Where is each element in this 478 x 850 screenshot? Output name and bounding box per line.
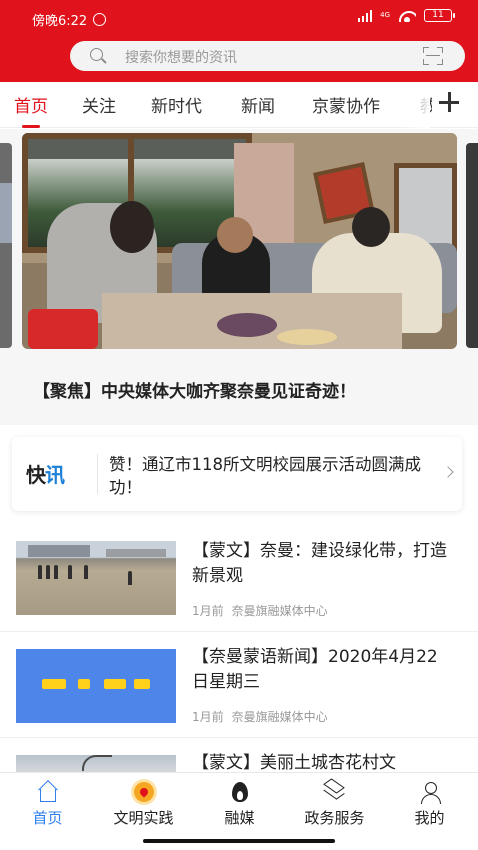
search-placeholder: 搜索你想要的资讯 [125,50,237,66]
network-type-label: 4G [380,11,390,19]
flash-logo-char-b: 讯 [45,463,65,487]
news-item[interactable]: 【奈曼蒙语新闻】2020年4月22日星期三 1月前 奈曼旗融媒体中心 [0,632,478,738]
add-channel-icon[interactable] [438,91,460,113]
nav-civilization-label: 文明实践 [113,809,174,827]
nav-government-label: 政务服务 [304,809,365,827]
tabs-fade [400,82,430,128]
news-title: 【蒙文】美丽土城杏花村文 [192,753,396,772]
banner-carousel: 【聚焦】中央媒体大咖齐聚奈曼见证奇迹！ [0,129,478,425]
news-thumbnail [16,649,176,723]
nav-media-label: 融媒 [224,809,255,827]
status-icons: 4G 11 [357,9,455,22]
search-icon [90,48,103,61]
tab-beijing-mongolia[interactable]: 京蒙协作 [312,92,380,117]
civilization-icon [134,782,154,802]
search-bar[interactable]: 搜索你想要的资讯 [70,41,465,71]
battery-icon: 11 [424,9,455,22]
tab-follow[interactable]: 关注 [82,92,116,117]
news-title: 【奈曼蒙语新闻】2020年4月22日星期三 [192,647,438,692]
user-icon [420,782,441,804]
scan-icon[interactable] [423,47,443,65]
news-time: 1月前 [192,604,224,618]
media-fire-icon [232,782,248,802]
news-item[interactable]: 【蒙文】美丽土城杏花村文 [0,738,478,772]
nav-mine[interactable]: 我的 [382,773,477,833]
status-time-group: 傍晚6:22 [32,10,107,29]
channel-tabs: 首页 关注 新时代 新闻 京蒙协作 教 [0,82,478,128]
home-icon [40,789,56,802]
flash-logo-char-a: 快 [26,463,46,487]
nav-home[interactable]: 首页 [0,773,95,833]
nav-home-label: 首页 [32,809,63,827]
news-thumbnail [16,541,176,615]
signal-icon [357,9,373,22]
layers-icon [323,778,346,800]
tab-new-era[interactable]: 新时代 [151,92,202,117]
status-bar: 傍晚6:22 4G 11 [0,0,478,36]
carousel-prev-slide[interactable] [0,143,12,348]
flash-divider [97,454,98,494]
banner-photo[interactable] [22,133,457,349]
news-time: 1月前 [192,710,224,724]
alarm-icon [93,13,107,26]
nav-civilization-practice[interactable]: 文明实践 [96,773,191,833]
news-meta: 1月前 奈曼旗融媒体中心 [192,602,328,619]
flash-news-card[interactable]: 快讯 赞！通辽市118所文明校园展示活动圆满成功！ [12,437,462,511]
flash-news-logo: 快讯 [26,459,65,488]
nav-mine-label: 我的 [414,809,445,827]
nav-media[interactable]: 融媒 [192,773,287,833]
news-title: 【蒙文】奈曼：建设绿化带，打造新景观 [192,541,447,586]
carousel-next-slide[interactable] [466,143,478,348]
tab-news[interactable]: 新闻 [241,92,275,117]
news-meta: 1月前 奈曼旗融媒体中心 [192,708,328,725]
banner-headline[interactable]: 【聚焦】中央媒体大咖齐聚奈曼见证奇迹！ [33,377,356,402]
news-thumbnail [16,755,176,772]
news-source: 奈曼旗融媒体中心 [231,604,328,618]
tab-home[interactable]: 首页 [14,92,48,128]
nav-government-services[interactable]: 政务服务 [287,773,382,833]
news-source: 奈曼旗融媒体中心 [231,710,328,724]
status-time: 傍晚6:22 [32,14,88,29]
news-item[interactable]: 【蒙文】奈曼：建设绿化带，打造新景观 1月前 奈曼旗融媒体中心 [0,526,478,632]
wifi-icon [398,10,416,22]
flash-news-text: 赞！通辽市118所文明校园展示活动圆满成功！ [109,455,421,497]
home-indicator[interactable] [143,839,335,843]
header-bar: 傍晚6:22 4G 11 搜索你想要的资讯 [0,0,478,82]
